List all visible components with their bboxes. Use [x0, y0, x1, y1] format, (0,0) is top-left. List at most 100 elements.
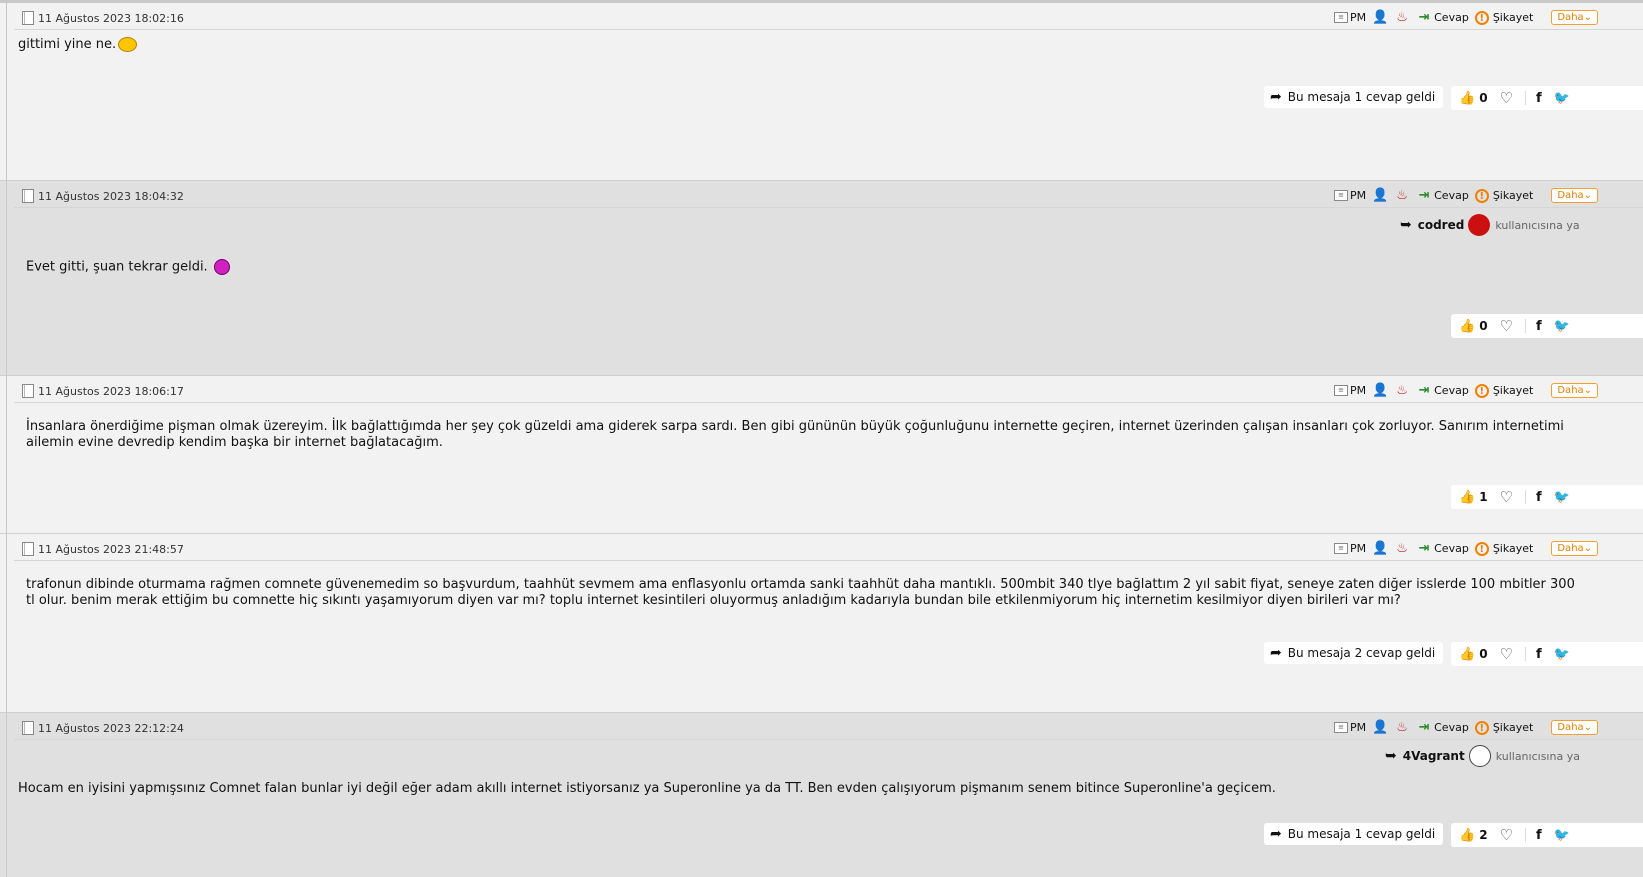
quote-arrow-icon: ➥ — [1400, 217, 1412, 233]
thumbs-up-icon[interactable]: 👍 — [1459, 828, 1475, 843]
twitter-icon[interactable]: 🐦 — [1554, 91, 1570, 106]
profile-button[interactable]: 👤 — [1372, 720, 1390, 735]
message-icon: ≡ — [1334, 12, 1348, 23]
gift-button[interactable]: ♨ — [1394, 10, 1412, 25]
like-count: 2 — [1479, 828, 1488, 842]
post-date[interactable]: 11 Ağustos 2023 18:02:16 — [22, 11, 184, 25]
heart-icon[interactable]: ♡ — [1500, 826, 1513, 844]
reply-button[interactable]: ⇥ Cevap — [1416, 719, 1469, 735]
chevron-down-icon: ⌄ — [1583, 12, 1593, 23]
avatar[interactable] — [1468, 214, 1491, 236]
more-button[interactable]: Daha ⌄ — [1551, 541, 1599, 556]
thumbs-up-icon[interactable]: 👍 — [1459, 490, 1475, 505]
reply-icon: ⇥ — [1418, 719, 1430, 735]
twitter-icon[interactable]: 🐦 — [1554, 828, 1570, 843]
twitter-icon[interactable]: 🐦 — [1554, 647, 1570, 662]
divider — [1525, 490, 1526, 504]
replies-button[interactable]: ➦ Bu mesaja 1 cevap geldi — [1264, 86, 1444, 108]
report-button[interactable]: ! Şikayet — [1474, 383, 1533, 398]
post-date[interactable]: 11 Ağustos 2023 18:04:32 — [22, 189, 184, 203]
heart-icon[interactable]: ♡ — [1500, 488, 1513, 506]
quote-attribution: ➥ 4Vagrant kullanıcısına ya — [1385, 745, 1580, 767]
chevron-down-icon: ⌄ — [1583, 722, 1593, 733]
post-body: Hocam en iyisini yapmışsınız Comnet fala… — [18, 781, 1276, 796]
document-icon — [22, 542, 34, 556]
reply-icon: ⇥ — [1418, 9, 1430, 25]
facebook-icon[interactable]: f — [1536, 319, 1542, 334]
more-button[interactable]: Daha ⌄ — [1551, 188, 1599, 203]
profile-button[interactable]: 👤 — [1372, 10, 1390, 25]
report-button[interactable]: ! Şikayet — [1474, 10, 1533, 25]
reply-button[interactable]: ⇥ Cevap — [1416, 9, 1469, 25]
chevron-down-icon: ⌄ — [1583, 385, 1593, 396]
thumbs-up-icon[interactable]: 👍 — [1459, 647, 1475, 662]
quoted-username[interactable]: 4Vagrant — [1403, 749, 1465, 763]
reply-icon: ⇥ — [1418, 540, 1430, 556]
replies-button[interactable]: ➦ Bu mesaja 1 cevap geldi — [1264, 823, 1444, 845]
pm-button[interactable]: ≡ PM — [1334, 542, 1366, 555]
thumbs-up-icon[interactable]: 👍 — [1459, 319, 1475, 334]
profile-button[interactable]: 👤 — [1372, 382, 1390, 398]
more-button[interactable]: Daha ⌄ — [1551, 10, 1599, 25]
reply-button[interactable]: ⇥ Cevap — [1416, 540, 1469, 556]
vote-box: 👍 0 ♡ f 🐦 — [1451, 642, 1643, 666]
pm-button[interactable]: ≡ PM — [1334, 721, 1366, 734]
user-icon: 👤 — [1372, 540, 1389, 556]
post-actions: ≡ PM 👤 ♨ ⇥ Cevap ! Şikayet Daha ⌄ — [1334, 383, 1599, 398]
like-count: 0 — [1479, 647, 1488, 661]
profile-button[interactable]: 👤 — [1372, 188, 1390, 203]
message-icon: ≡ — [1334, 190, 1348, 201]
gift-button[interactable]: ♨ — [1394, 188, 1412, 203]
reply-button[interactable]: ⇥ Cevap — [1416, 383, 1469, 398]
twitter-icon[interactable]: 🐦 — [1554, 490, 1570, 505]
more-button[interactable]: Daha ⌄ — [1551, 720, 1599, 735]
post-actions: ≡ PM 👤 ♨ ⇥ Cevap ! Şikayet Daha ⌄ — [1334, 9, 1599, 25]
post-date[interactable]: 11 Ağustos 2023 21:48:57 — [22, 542, 184, 556]
vote-box: 👍 0 ♡ f 🐦 — [1451, 86, 1643, 110]
post-date[interactable]: 11 Ağustos 2023 18:06:17 — [22, 384, 184, 398]
like-count: 0 — [1479, 319, 1488, 333]
reply-button[interactable]: ⇥ Cevap — [1416, 188, 1469, 203]
facebook-icon[interactable]: f — [1536, 828, 1542, 843]
twitter-icon[interactable]: 🐦 — [1554, 319, 1570, 334]
post-4: 11 Ağustos 2023 21:48:57 ≡ PM 👤 ♨ ⇥ Cevap … — [0, 534, 1643, 713]
post-actions: ≡ PM 👤 ♨ ⇥ Cevap ! Şikayet Daha ⌄ — [1334, 540, 1599, 556]
message-icon: ≡ — [1334, 543, 1348, 554]
more-button[interactable]: Daha ⌄ — [1551, 383, 1599, 398]
pm-button[interactable]: ≡ PM — [1334, 384, 1366, 397]
vote-box: 👍 2 ♡ f 🐦 — [1451, 823, 1643, 847]
report-button[interactable]: ! Şikayet — [1474, 188, 1533, 203]
pm-button[interactable]: ≡ PM — [1334, 11, 1366, 24]
heart-icon[interactable]: ♡ — [1500, 645, 1513, 663]
post-date[interactable]: 11 Ağustos 2023 22:12:24 — [22, 721, 184, 735]
facebook-icon[interactable]: f — [1536, 490, 1542, 505]
left-border — [6, 0, 7, 877]
gift-button[interactable]: ♨ — [1394, 383, 1412, 398]
heart-icon[interactable]: ♡ — [1500, 89, 1513, 107]
replies-button[interactable]: ➦ Bu mesaja 2 cevap geldi — [1264, 642, 1444, 664]
vote-box: 👍 0 ♡ f 🐦 — [1451, 314, 1643, 338]
post-header: 11 Ağustos 2023 18:06:17 ≡ PM 👤 ♨ ⇥ Cevap … — [14, 380, 1643, 403]
pm-button[interactable]: ≡ PM — [1334, 189, 1366, 202]
divider — [1525, 91, 1526, 105]
facebook-icon[interactable]: f — [1536, 91, 1542, 106]
share-arrow-icon: ➦ — [1270, 826, 1282, 842]
profile-button[interactable]: 👤 — [1372, 540, 1390, 556]
gift-button[interactable]: ♨ — [1394, 541, 1412, 556]
post-header: 11 Ağustos 2023 18:02:16 ≡ PM 👤 ♨ ⇥ Cevap … — [14, 7, 1643, 30]
gift-button[interactable]: ♨ — [1394, 720, 1412, 735]
report-button[interactable]: ! Şikayet — [1474, 541, 1533, 556]
heart-icon[interactable]: ♡ — [1500, 317, 1513, 335]
quote-suffix: kullanıcısına ya — [1495, 749, 1580, 763]
post-actions: ≡ PM 👤 ♨ ⇥ Cevap ! Şikayet Daha ⌄ — [1334, 719, 1599, 735]
warning-icon: ! — [1474, 10, 1489, 25]
quoted-username[interactable]: codred — [1418, 218, 1465, 232]
user-icon: 👤 — [1372, 382, 1389, 398]
smiley-icon — [118, 37, 138, 52]
thumbs-up-icon[interactable]: 👍 — [1459, 91, 1475, 106]
post-5: 11 Ağustos 2023 22:12:24 ≡ PM 👤 ♨ ⇥ Cevap … — [0, 713, 1643, 877]
report-button[interactable]: ! Şikayet — [1474, 720, 1533, 735]
post-2: 11 Ağustos 2023 18:04:32 ≡ PM 👤 ♨ ⇥ Cevap … — [0, 181, 1643, 376]
avatar[interactable] — [1468, 745, 1491, 767]
facebook-icon[interactable]: f — [1536, 647, 1542, 662]
